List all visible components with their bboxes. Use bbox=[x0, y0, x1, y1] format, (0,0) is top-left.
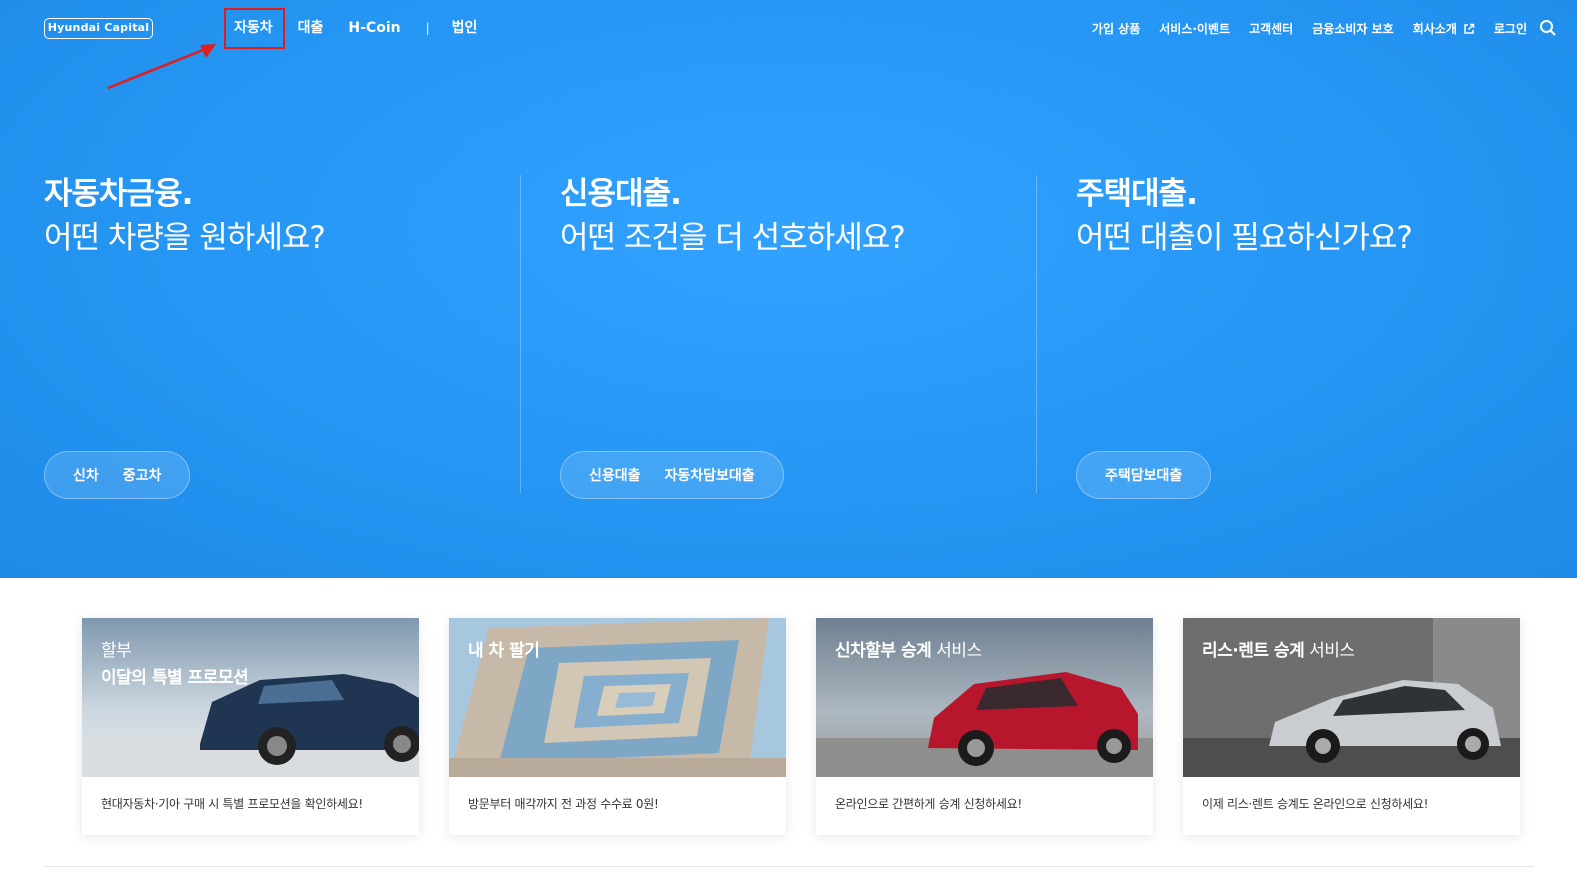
card-title-rest: 서비스 bbox=[931, 641, 982, 661]
nav-hcoin[interactable]: H-Coin bbox=[348, 17, 400, 39]
section-title: 신용대출. bbox=[560, 176, 682, 212]
card-title-line1: 할부 bbox=[101, 641, 132, 661]
section-subtitle: 어떤 대출이 필요하신가요? bbox=[1076, 220, 1413, 256]
search-icon[interactable] bbox=[1539, 19, 1557, 41]
nav-separator: | bbox=[425, 21, 430, 35]
promo-card-sell-car[interactable]: 내 차 팔기 방문부터 매각까지 전 과정 수수료 0원! bbox=[449, 618, 786, 835]
card-description: 이제 리스·렌트 승계도 온라인으로 신청하세요! bbox=[1202, 797, 1429, 811]
card-title-bold: 내 차 팔기 bbox=[468, 641, 540, 661]
card-description: 방문부터 매각까지 전 과정 수수료 0원! bbox=[468, 797, 659, 811]
card-title-line2: 이달의 특별 프로모션 bbox=[101, 668, 249, 688]
section-button-group: 주택담보대출 bbox=[1076, 451, 1212, 499]
util-login[interactable]: 로그인 bbox=[1494, 20, 1527, 37]
promo-card-installment[interactable]: 할부 이달의 특별 프로모션 현대자동차·기아 구매 시 특별 프로모션을 확인… bbox=[82, 618, 419, 835]
column-divider bbox=[1036, 175, 1037, 493]
card-title: 할부 이달의 특별 프로모션 bbox=[101, 638, 249, 692]
card-title: 신차할부 승계 서비스 bbox=[835, 638, 982, 665]
external-link-icon bbox=[1463, 23, 1475, 35]
util-consumer-protection[interactable]: 금융소비자 보호 bbox=[1312, 20, 1393, 37]
promo-card-list: 할부 이달의 특별 프로모션 현대자동차·기아 구매 시 특별 프로모션을 확인… bbox=[82, 618, 1520, 835]
section-title: 자동차금융. bbox=[44, 176, 193, 212]
nav-corporate[interactable]: 법인 bbox=[452, 17, 478, 39]
btn-mortgage-loan[interactable]: 주택담보대출 bbox=[1105, 465, 1182, 485]
utility-navigation: 가입 상품 서비스·이벤트 고객센터 금융소비자 보호 회사소개 로그인 bbox=[1073, 20, 1527, 37]
util-company-intro[interactable]: 회사소개 bbox=[1413, 20, 1475, 37]
card-image-suv: 할부 이달의 특별 프로모션 bbox=[82, 618, 419, 777]
section-mortgage-loan: 주택대출. 어떤 대출이 필요하신가요? 주택담보대출 bbox=[1076, 172, 1566, 502]
section-button-group: 신차 중고차 bbox=[44, 451, 191, 499]
hero-section: Hyundai Capital 자동차 대출 H-Coin | 법인 가입 상품… bbox=[0, 0, 1577, 578]
card-description: 온라인으로 간편하게 승계 신청하세요! bbox=[835, 797, 1022, 811]
annotation-arrow-icon bbox=[107, 44, 216, 90]
section-title: 주택대출. bbox=[1076, 176, 1198, 212]
util-company-intro-label: 회사소개 bbox=[1412, 22, 1457, 36]
bottom-divider bbox=[44, 866, 1534, 867]
btn-used-car[interactable]: 중고차 bbox=[123, 465, 162, 485]
card-title: 리스·렌트 승계 서비스 bbox=[1202, 638, 1355, 665]
card-description: 현대자동차·기아 구매 시 특별 프로모션을 확인하세요! bbox=[101, 797, 363, 811]
section-button-group: 신용대출 자동차담보대출 bbox=[560, 451, 784, 499]
util-customer-center[interactable]: 고객센터 bbox=[1249, 20, 1293, 37]
card-image-architecture: 내 차 팔기 bbox=[449, 618, 786, 777]
promo-card-lease-transfer[interactable]: 리스·렌트 승계 서비스 이제 리스·렌트 승계도 온라인으로 신청하세요! bbox=[1183, 618, 1520, 835]
promo-card-installment-transfer[interactable]: 신차할부 승계 서비스 온라인으로 간편하게 승계 신청하세요! bbox=[816, 618, 1153, 835]
section-subtitle: 어떤 차량을 원하세요? bbox=[44, 220, 326, 256]
card-image-silver-car: 리스·렌트 승계 서비스 bbox=[1183, 618, 1520, 777]
section-subtitle: 어떤 조건을 더 선호하세요? bbox=[560, 220, 906, 256]
util-products[interactable]: 가입 상품 bbox=[1092, 20, 1140, 37]
card-title: 내 차 팔기 bbox=[468, 638, 540, 665]
card-image-red-car: 신차할부 승계 서비스 bbox=[816, 618, 1153, 777]
btn-auto-secured-loan[interactable]: 자동차담보대출 bbox=[665, 465, 755, 485]
annotation-highlight-box bbox=[224, 8, 285, 49]
column-divider bbox=[520, 175, 521, 493]
btn-credit-loan[interactable]: 신용대출 bbox=[589, 465, 641, 485]
section-credit-loan: 신용대출. 어떤 조건을 더 선호하세요? 신용대출 자동차담보대출 bbox=[560, 172, 1050, 502]
btn-new-car[interactable]: 신차 bbox=[73, 465, 99, 485]
util-services-events[interactable]: 서비스·이벤트 bbox=[1159, 20, 1230, 37]
card-title-bold: 신차할부 승계 bbox=[835, 641, 932, 661]
section-auto-finance: 자동차금융. 어떤 차량을 원하세요? 신차 중고차 bbox=[44, 172, 534, 502]
card-title-bold: 리스·렌트 승계 bbox=[1202, 641, 1305, 661]
nav-loan[interactable]: 대출 bbox=[298, 17, 324, 39]
card-title-rest: 서비스 bbox=[1304, 641, 1355, 661]
